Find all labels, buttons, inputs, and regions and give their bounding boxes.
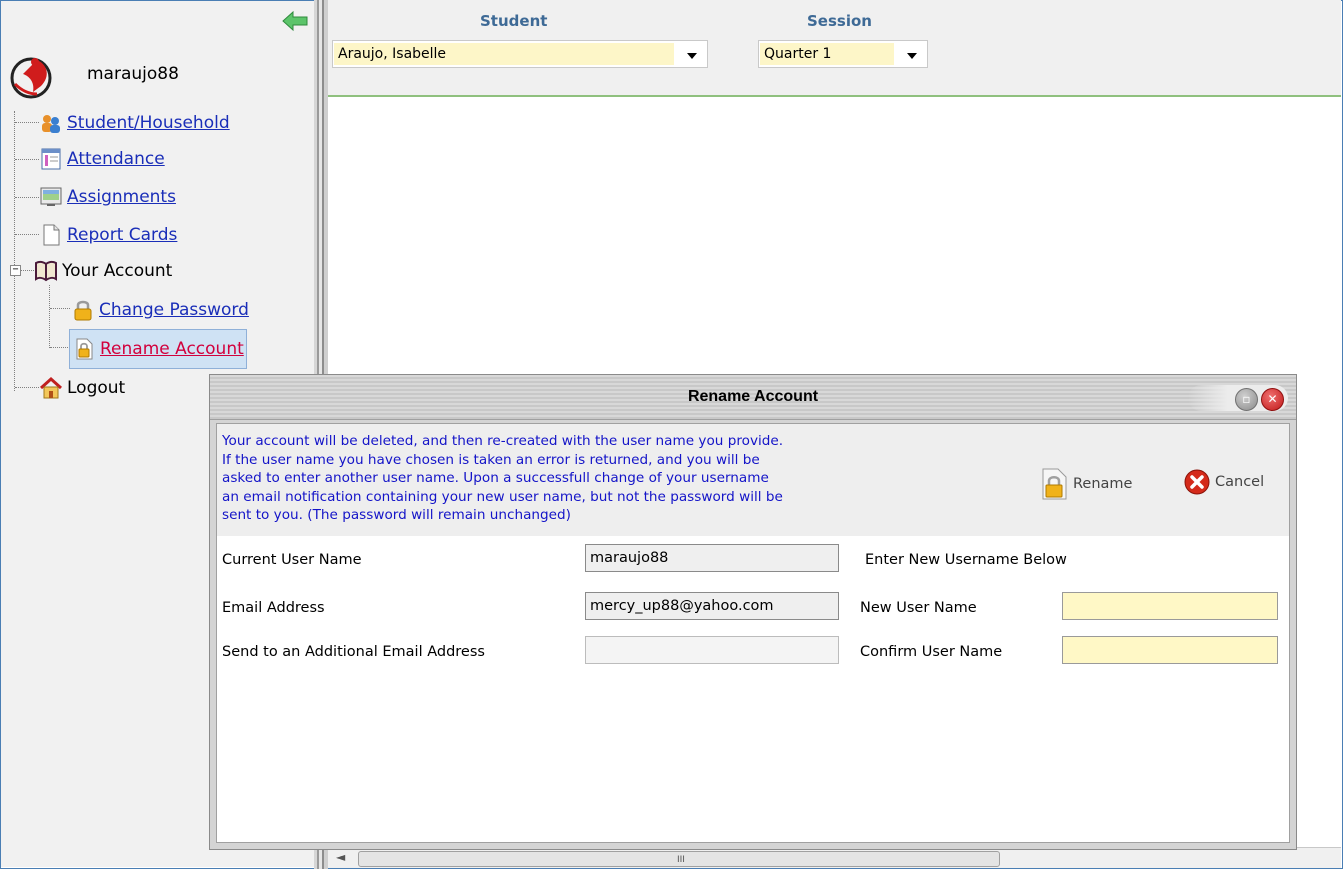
- scroll-left-arrow-icon[interactable]: ◄: [336, 850, 345, 864]
- close-icon[interactable]: ✕: [1261, 388, 1284, 411]
- student-select-value: Araujo, Isabelle: [334, 43, 674, 65]
- session-select[interactable]: Quarter 1: [758, 40, 928, 68]
- instruction-line: asked to enter another user name. Upon a…: [222, 470, 769, 486]
- sidebar-item-label[interactable]: Attendance: [67, 149, 165, 169]
- report-cards-icon: [43, 224, 60, 246]
- dialog-title: Rename Account: [687, 388, 819, 405]
- tree-line: [20, 270, 34, 271]
- dialog-titlebar[interactable]: Rename Account ▫ ✕: [210, 375, 1296, 420]
- scrollbar-thumb[interactable]: III: [358, 851, 1000, 867]
- current-user-name-field: maraujo88: [585, 544, 839, 572]
- sidebar-item-change-password[interactable]: Change Password: [71, 297, 249, 323]
- tree-line: [14, 111, 15, 391]
- sidebar-item-label[interactable]: Rename Account: [100, 339, 244, 359]
- confirm-user-name-input[interactable]: [1062, 636, 1278, 664]
- tree-line: [15, 122, 39, 123]
- sidebar-item-rename-account[interactable]: Rename Account: [69, 329, 247, 369]
- horizontal-scrollbar[interactable]: ◄ III: [328, 847, 1341, 868]
- sidebar-item-report-cards[interactable]: Report Cards: [39, 222, 177, 248]
- window-controls: ▫ ✕: [1188, 385, 1288, 411]
- book-icon: [35, 261, 57, 282]
- restore-icon[interactable]: ▫: [1235, 388, 1258, 411]
- sidebar-item-label[interactable]: Report Cards: [67, 225, 177, 245]
- current-user-name-label: Current User Name: [222, 552, 362, 568]
- rename-button-label: Rename: [1073, 476, 1133, 492]
- email-address-field: mercy_up88@yahoo.com: [585, 592, 839, 620]
- instruction-line: an email notification containing your ne…: [222, 488, 783, 505]
- instruction-line: If the user name you have chosen is take…: [222, 451, 760, 468]
- chevron-down-icon: [687, 53, 697, 59]
- tree-line: [15, 387, 39, 388]
- confirm-user-name-label: Confirm User Name: [860, 644, 1003, 660]
- sidebar-item-assignments[interactable]: Assignments: [39, 184, 176, 210]
- tree-line: [49, 285, 50, 348]
- new-user-name-label: New User Name: [860, 600, 977, 616]
- lock-doc-icon: [76, 338, 93, 360]
- tree-line: [50, 308, 70, 309]
- lock-doc-icon: [1042, 468, 1067, 500]
- sidebar-item-label[interactable]: Logout: [67, 378, 125, 398]
- additional-email-label: Send to an Additional Email Address: [222, 644, 485, 660]
- enter-new-username-heading: Enter New Username Below: [865, 552, 1067, 568]
- session-select-value: Quarter 1: [760, 43, 894, 65]
- attendance-icon: [41, 148, 61, 170]
- student-select[interactable]: Araujo, Isabelle: [332, 40, 708, 68]
- school-logo-icon: [10, 57, 52, 99]
- sidebar-item-label: Your Account: [62, 261, 173, 281]
- rename-button[interactable]: Rename: [1039, 468, 1132, 500]
- sidebar-item-label[interactable]: Student/Household: [67, 113, 230, 133]
- your-account-collapse-toggle[interactable]: −: [10, 265, 21, 276]
- rename-account-dialog: Rename Account ▫ ✕ Your account will be …: [209, 374, 1297, 850]
- collapse-sidebar-arrow-icon[interactable]: [281, 10, 309, 32]
- new-user-name-input[interactable]: [1062, 592, 1278, 620]
- tree-line: [15, 234, 39, 235]
- cancel-button-label: Cancel: [1215, 474, 1265, 490]
- sidebar-item-label[interactable]: Change Password: [99, 300, 249, 320]
- sidebar-item-student-household[interactable]: Student/Household: [39, 110, 230, 136]
- sidebar-item-label[interactable]: Assignments: [67, 187, 176, 207]
- sidebar-item-attendance[interactable]: Attendance: [39, 146, 165, 172]
- tree-line: [15, 197, 39, 198]
- chevron-down-icon: [907, 53, 917, 59]
- additional-email-input[interactable]: [585, 636, 839, 664]
- household-icon: [42, 115, 60, 133]
- scrollbar-grip: III: [677, 855, 685, 865]
- assignments-icon: [40, 187, 62, 206]
- selector-bar: Student Araujo, Isabelle Session Quarter…: [328, 0, 1341, 97]
- sidebar-item-your-account[interactable]: Your Account: [34, 258, 172, 284]
- cancel-icon: [1184, 469, 1210, 495]
- student-label: Student: [480, 12, 548, 30]
- username-label: maraujo88: [87, 64, 179, 84]
- email-address-label: Email Address: [222, 600, 325, 616]
- instruction-line: sent to you. (The password will remain u…: [222, 507, 571, 523]
- rename-instructions: Your account will be deleted, and then r…: [222, 432, 1012, 525]
- dialog-content: Your account will be deleted, and then r…: [216, 423, 1290, 843]
- sidebar-item-logout[interactable]: Logout: [39, 375, 125, 401]
- cancel-button[interactable]: Cancel: [1183, 468, 1264, 496]
- home-icon: [39, 376, 63, 399]
- tree-line: [15, 159, 39, 160]
- instruction-line: Your account will be deleted, and then r…: [222, 433, 784, 449]
- tree-line: [50, 347, 70, 348]
- info-panel: Your account will be deleted, and then r…: [217, 424, 1289, 536]
- lock-icon: [74, 300, 92, 321]
- session-label: Session: [807, 12, 872, 30]
